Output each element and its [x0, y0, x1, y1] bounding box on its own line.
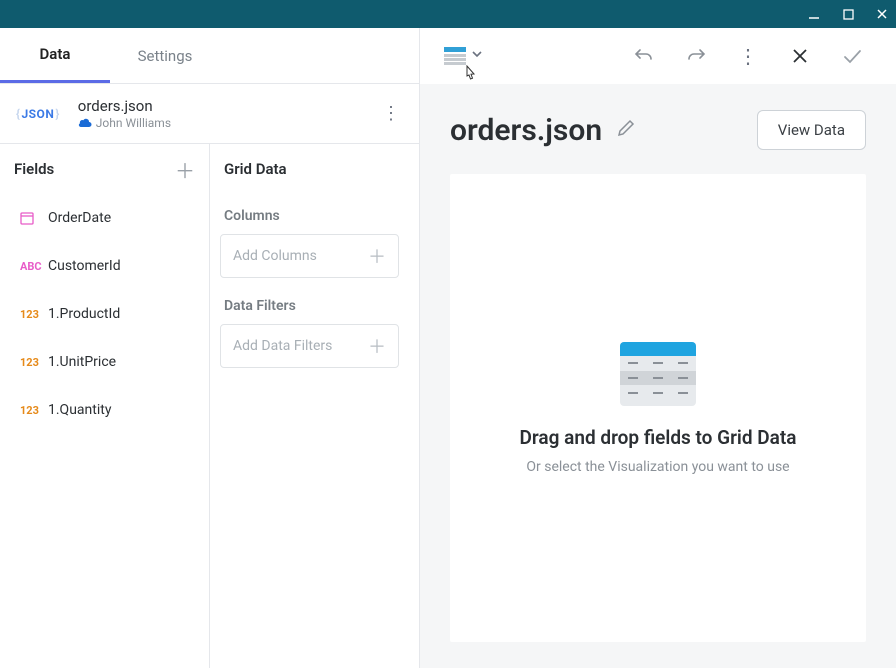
- window-titlebar: [0, 0, 896, 28]
- field-label: 1.UnitPrice: [48, 354, 116, 370]
- columns-label: Columns: [210, 194, 409, 234]
- grid-viz-icon: [444, 47, 466, 65]
- add-filters-dropzone[interactable]: Add Data Filters ＋: [220, 324, 399, 368]
- undo-icon[interactable]: [624, 36, 664, 76]
- left-tabs: Data Settings: [0, 28, 419, 84]
- chevron-down-icon: [470, 47, 484, 65]
- window-minimize-icon[interactable]: [806, 6, 822, 22]
- window-close-icon[interactable]: [874, 6, 890, 22]
- redo-icon[interactable]: [676, 36, 716, 76]
- tab-data[interactable]: Data: [0, 28, 110, 83]
- datasource-filename: orders.json: [78, 97, 377, 115]
- field-label: OrderDate: [48, 210, 111, 226]
- add-columns-placeholder: Add Columns: [233, 248, 317, 264]
- text-field-icon: ABC: [20, 260, 44, 273]
- visualization-dropzone[interactable]: Drag and drop fields to Grid Data Or sel…: [450, 174, 866, 642]
- number-field-icon: 123: [20, 356, 44, 369]
- cursor-pointer-icon: [462, 65, 478, 87]
- json-icon: JSON: [16, 107, 60, 121]
- right-toolbar: ⋮: [420, 28, 896, 84]
- number-field-icon: 123: [20, 308, 44, 321]
- add-columns-dropzone[interactable]: Add Columns ＋: [220, 234, 399, 278]
- field-label: 1.Quantity: [48, 402, 111, 418]
- add-columns-icon: ＋: [368, 243, 386, 269]
- grid-data-column: Grid Data Columns Add Columns ＋ Data Fil…: [210, 144, 419, 668]
- window-maximize-icon[interactable]: [840, 6, 856, 22]
- grid-data-header: Grid Data: [224, 160, 287, 178]
- onedrive-icon: [78, 116, 92, 130]
- view-data-button[interactable]: View Data: [757, 110, 866, 150]
- edit-title-icon[interactable]: [616, 118, 636, 143]
- confirm-check-icon[interactable]: [832, 36, 872, 76]
- field-item[interactable]: 123 1.Quantity: [0, 386, 209, 434]
- datasource-menu-icon[interactable]: ⋮: [377, 100, 405, 128]
- field-item[interactable]: 123 1.UnitPrice: [0, 338, 209, 386]
- number-field-icon: 123: [20, 404, 44, 417]
- tab-settings[interactable]: Settings: [110, 28, 220, 83]
- data-filters-label: Data Filters: [210, 284, 409, 324]
- grid-placeholder-icon: [620, 342, 696, 406]
- add-filters-icon: ＋: [368, 333, 386, 359]
- field-item[interactable]: ABC CustomerId: [0, 242, 209, 290]
- field-item[interactable]: OrderDate: [0, 194, 209, 242]
- field-label: CustomerId: [48, 258, 121, 274]
- page-title: orders.json: [450, 113, 602, 148]
- left-panel: Data Settings JSON orders.json John Will…: [0, 28, 420, 668]
- dropzone-title: Drag and drop fields to Grid Data: [520, 426, 797, 449]
- fields-header: Fields: [14, 160, 54, 178]
- datasource-owner: John Williams: [96, 116, 171, 130]
- right-panel: ⋮ orders.json View Data: [420, 28, 896, 668]
- more-menu-icon[interactable]: ⋮: [728, 36, 768, 76]
- dropzone-subtitle: Or select the Visualization you want to …: [526, 459, 789, 475]
- field-label: 1.ProductId: [48, 306, 120, 322]
- add-field-icon[interactable]: ＋: [175, 155, 195, 184]
- visualization-picker[interactable]: [444, 47, 484, 65]
- datasource-row: JSON orders.json John Williams ⋮: [0, 84, 419, 144]
- add-filters-placeholder: Add Data Filters: [233, 338, 332, 354]
- date-field-icon: [20, 211, 44, 225]
- fields-column: Fields ＋ OrderDate ABC CustomerId 123 1.Prod…: [0, 144, 210, 668]
- field-item[interactable]: 123 1.ProductId: [0, 290, 209, 338]
- close-icon[interactable]: [780, 36, 820, 76]
